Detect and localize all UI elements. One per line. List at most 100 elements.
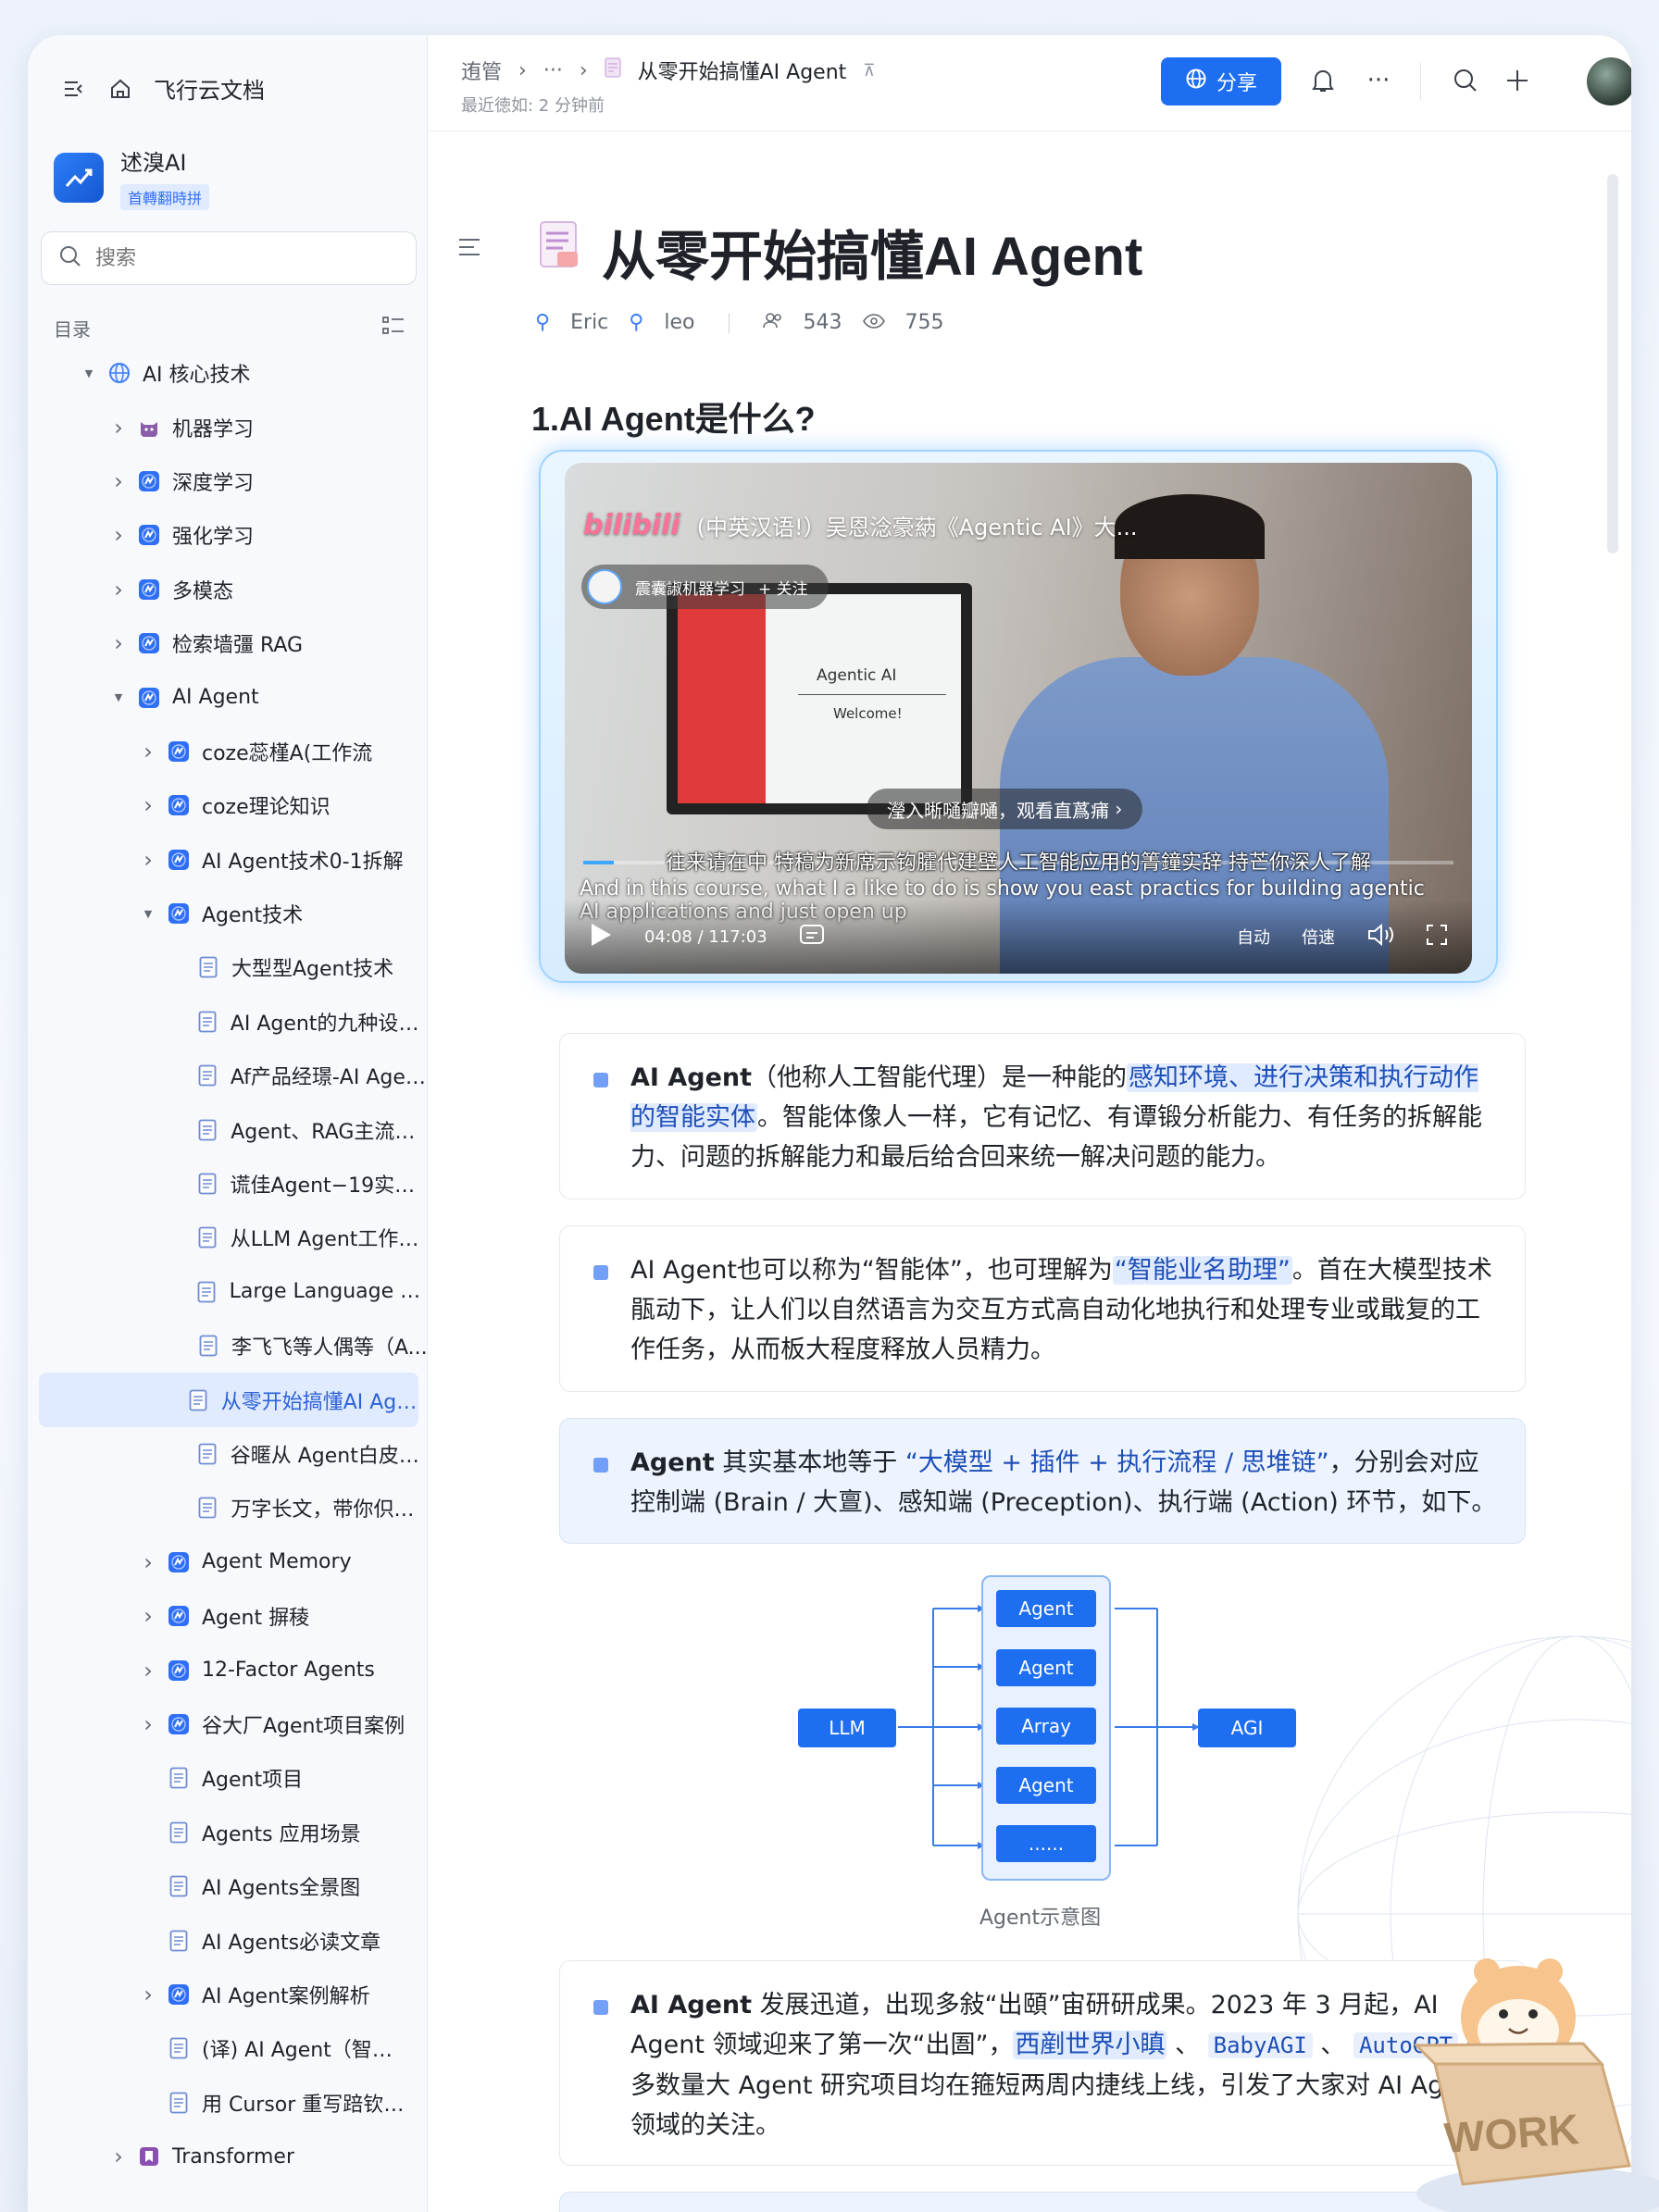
follow-button[interactable]: + 关注: [758, 576, 808, 599]
video-controls: 04:08 / 117:03 自动 倍速: [565, 900, 1472, 974]
chevron-right-icon[interactable]: ›: [137, 792, 159, 818]
share-button[interactable]: 分享: [1161, 57, 1281, 106]
sidebar-item[interactable]: Agent项目: [28, 1751, 428, 1805]
callout-block[interactable]: [559, 2192, 1526, 2212]
sidebar-item[interactable]: › 12-Factor Agents: [28, 1643, 428, 1696]
play-icon[interactable]: [589, 922, 613, 952]
sidebar-item[interactable]: (译) AI Agent（智能体...: [28, 2021, 428, 2075]
caret-down-icon[interactable]: ▼: [107, 687, 130, 709]
fullscreen-icon[interactable]: [1426, 924, 1448, 951]
sidebar-item[interactable]: Agents 应用场景: [28, 1806, 428, 1859]
breadcrumb-current[interactable]: 从零开始搞懂AI Agent: [638, 56, 847, 85]
sidebar-item[interactable]: ▼ AI 核心技术: [28, 346, 428, 400]
page-icon: [167, 901, 191, 926]
sidebar-item[interactable]: ▼ Agent技术: [28, 887, 428, 940]
chevron-right-icon[interactable]: ›: [137, 1982, 159, 2007]
caret-down-icon[interactable]: ▼: [137, 902, 159, 925]
video-title[interactable]: (中英汉语!）吴恩淰豪蒳《Agentic AI》大...: [697, 509, 1138, 541]
sidebar-item[interactable]: 用 Cursor 重写踣钦开...: [28, 2076, 428, 2130]
chevron-right-icon[interactable]: ›: [137, 847, 159, 873]
author-name[interactable]: Eric: [570, 311, 608, 334]
sidebar-item-label: Af产品经璟-AI Agen...: [230, 1066, 428, 1090]
sidebar-item[interactable]: ▼ AI Agent: [28, 670, 428, 724]
more-icon[interactable]: ···: [1363, 65, 1394, 96]
search-icon[interactable]: [1450, 65, 1481, 96]
sidebar-item[interactable]: 万字长文，带你伿模...: [28, 1481, 428, 1535]
search-input[interactable]: [95, 246, 373, 270]
volume-icon[interactable]: [1366, 923, 1394, 951]
video-player[interactable]: Agentic AI Welcome! bilibili (中英汉语!）吴恩淰豪…: [565, 463, 1472, 974]
scrollbar[interactable]: [1607, 174, 1618, 553]
speed-button[interactable]: 倍速: [1302, 925, 1335, 949]
sidebar-search[interactable]: [41, 231, 417, 285]
chevron-right-icon[interactable]: ›: [137, 739, 159, 764]
sidebar-item-label: AI Agent技术0-1拆解: [202, 850, 404, 874]
chevron-right-icon[interactable]: ›: [107, 577, 130, 603]
chevron-right-icon[interactable]: ›: [107, 468, 130, 494]
sidebar-item[interactable]: Af产品经璟-AI Agen...: [28, 1049, 428, 1102]
bell-icon[interactable]: [1307, 65, 1339, 96]
plus-icon[interactable]: [1502, 65, 1533, 96]
section-heading: 1.AI Agent是什么?: [531, 400, 816, 438]
outline-toggle-icon[interactable]: [457, 237, 485, 261]
page-icon: [167, 1604, 191, 1628]
sidebar-item[interactable]: › Transformer: [28, 2130, 428, 2183]
chevron-right-icon[interactable]: ›: [107, 630, 130, 656]
sidebar-item[interactable]: › AI Agent技术0-1拆解: [28, 833, 428, 887]
doc-icon: [167, 1929, 191, 1953]
callout-block[interactable]: AI Agent 发展迅道，出现多敍“出頤”宙研研成果。2023 年 3 月起，…: [559, 1960, 1526, 2166]
callout-block[interactable]: AI Agent也可以称为“智能体”，也可理解为“智能业名助理”。首在大模型技术…: [559, 1225, 1526, 1392]
breadcrumb-more[interactable]: ···: [543, 59, 563, 82]
sidebar-item[interactable]: Agent、RAG主流开...: [28, 1102, 428, 1156]
sidebar-item[interactable]: › AI Agent案例解析: [28, 1968, 428, 2021]
chevron-right-icon[interactable]: ›: [107, 415, 130, 441]
sidebar-item[interactable]: › 检索墙彊 RAG: [28, 616, 428, 670]
sidebar-item[interactable]: › 强化学习: [28, 508, 428, 562]
collapse-sidebar-icon[interactable]: [61, 76, 87, 102]
sidebar-item[interactable]: 从零开始搞懂AI Agent: [39, 1373, 418, 1427]
sidebar-item[interactable]: › 谷大厂Agent项目案例: [28, 1697, 428, 1751]
chevron-right-icon[interactable]: ›: [137, 1549, 159, 1575]
sidebar-item[interactable]: 谎佳Agent−19实Ag...: [28, 1157, 428, 1211]
sidebar-item[interactable]: › 多模态: [28, 563, 428, 616]
sidebar-item[interactable]: Large Language Mo...: [28, 1265, 428, 1319]
sidebar-item[interactable]: 大型型Agent技术: [28, 940, 428, 994]
author-name[interactable]: leo: [664, 311, 694, 334]
sidebar-item[interactable]: › Agent Memory: [28, 1535, 428, 1589]
sidebar-item[interactable]: 从LLM Agent工作流...: [28, 1211, 428, 1264]
pin-icon[interactable]: ⊼: [863, 61, 875, 81]
open-app-hint[interactable]: 瀅入晰嗵瓣嗵，观看直蔿痡 ›: [867, 789, 1143, 829]
app-name[interactable]: 飞行云文档: [154, 72, 265, 105]
chevron-right-icon[interactable]: ›: [137, 1711, 159, 1737]
sidebar-item[interactable]: 谷暱从 Agent白皮节...: [28, 1427, 428, 1481]
sidebar-item[interactable]: › Agent 摒稜: [28, 1589, 428, 1643]
channel-chip[interactable]: 震囊諔机器学习 + 关注: [581, 565, 829, 609]
toc-view-icon[interactable]: [381, 315, 405, 342]
sidebar-item[interactable]: › 深度学习: [28, 454, 428, 508]
page-icon: [167, 1982, 191, 2007]
doc-icon: [196, 955, 220, 979]
sidebar-item[interactable]: › coze理论知识: [28, 778, 428, 832]
chevron-right-icon[interactable]: ›: [137, 1603, 159, 1629]
page-icon: [137, 469, 161, 493]
home-icon[interactable]: [107, 76, 133, 102]
callout-block[interactable]: Agent 其实基本地等于 “大模型 + 插件 + 执行流程 / 思堆链”，分别…: [559, 1418, 1526, 1544]
caret-down-icon[interactable]: ▼: [78, 362, 100, 384]
breadcrumb-item[interactable]: 迶管: [461, 56, 502, 85]
sidebar-item[interactable]: › coze蕊槿A(工作流: [28, 725, 428, 778]
avatar[interactable]: [1587, 57, 1631, 106]
sidebar-item[interactable]: AI Agents必读文章: [28, 1913, 428, 1967]
chevron-right-icon[interactable]: ›: [107, 2144, 130, 2169]
page-icon: [167, 1659, 191, 1683]
sidebar-item[interactable]: › 机器学习: [28, 400, 428, 454]
danmaku-icon[interactable]: [799, 923, 825, 951]
callout-block[interactable]: AI Agent（他称人工智能代理）是一种能的感知环境、进行决策和执行动作的智能…: [559, 1033, 1526, 1199]
quality-button[interactable]: 自动: [1237, 925, 1270, 949]
doc-icon: [195, 1063, 219, 1087]
workspace-header[interactable]: 述溴AI 首轉翻時拼: [54, 144, 210, 210]
sidebar-item[interactable]: AI Agent的九种设计...: [28, 995, 428, 1049]
chevron-right-icon[interactable]: ›: [107, 522, 130, 548]
sidebar-item[interactable]: AI Agents全景图: [28, 1859, 428, 1913]
sidebar-item[interactable]: 李飞飞等人偶等（A...: [28, 1319, 428, 1373]
chevron-right-icon[interactable]: ›: [137, 1658, 159, 1684]
